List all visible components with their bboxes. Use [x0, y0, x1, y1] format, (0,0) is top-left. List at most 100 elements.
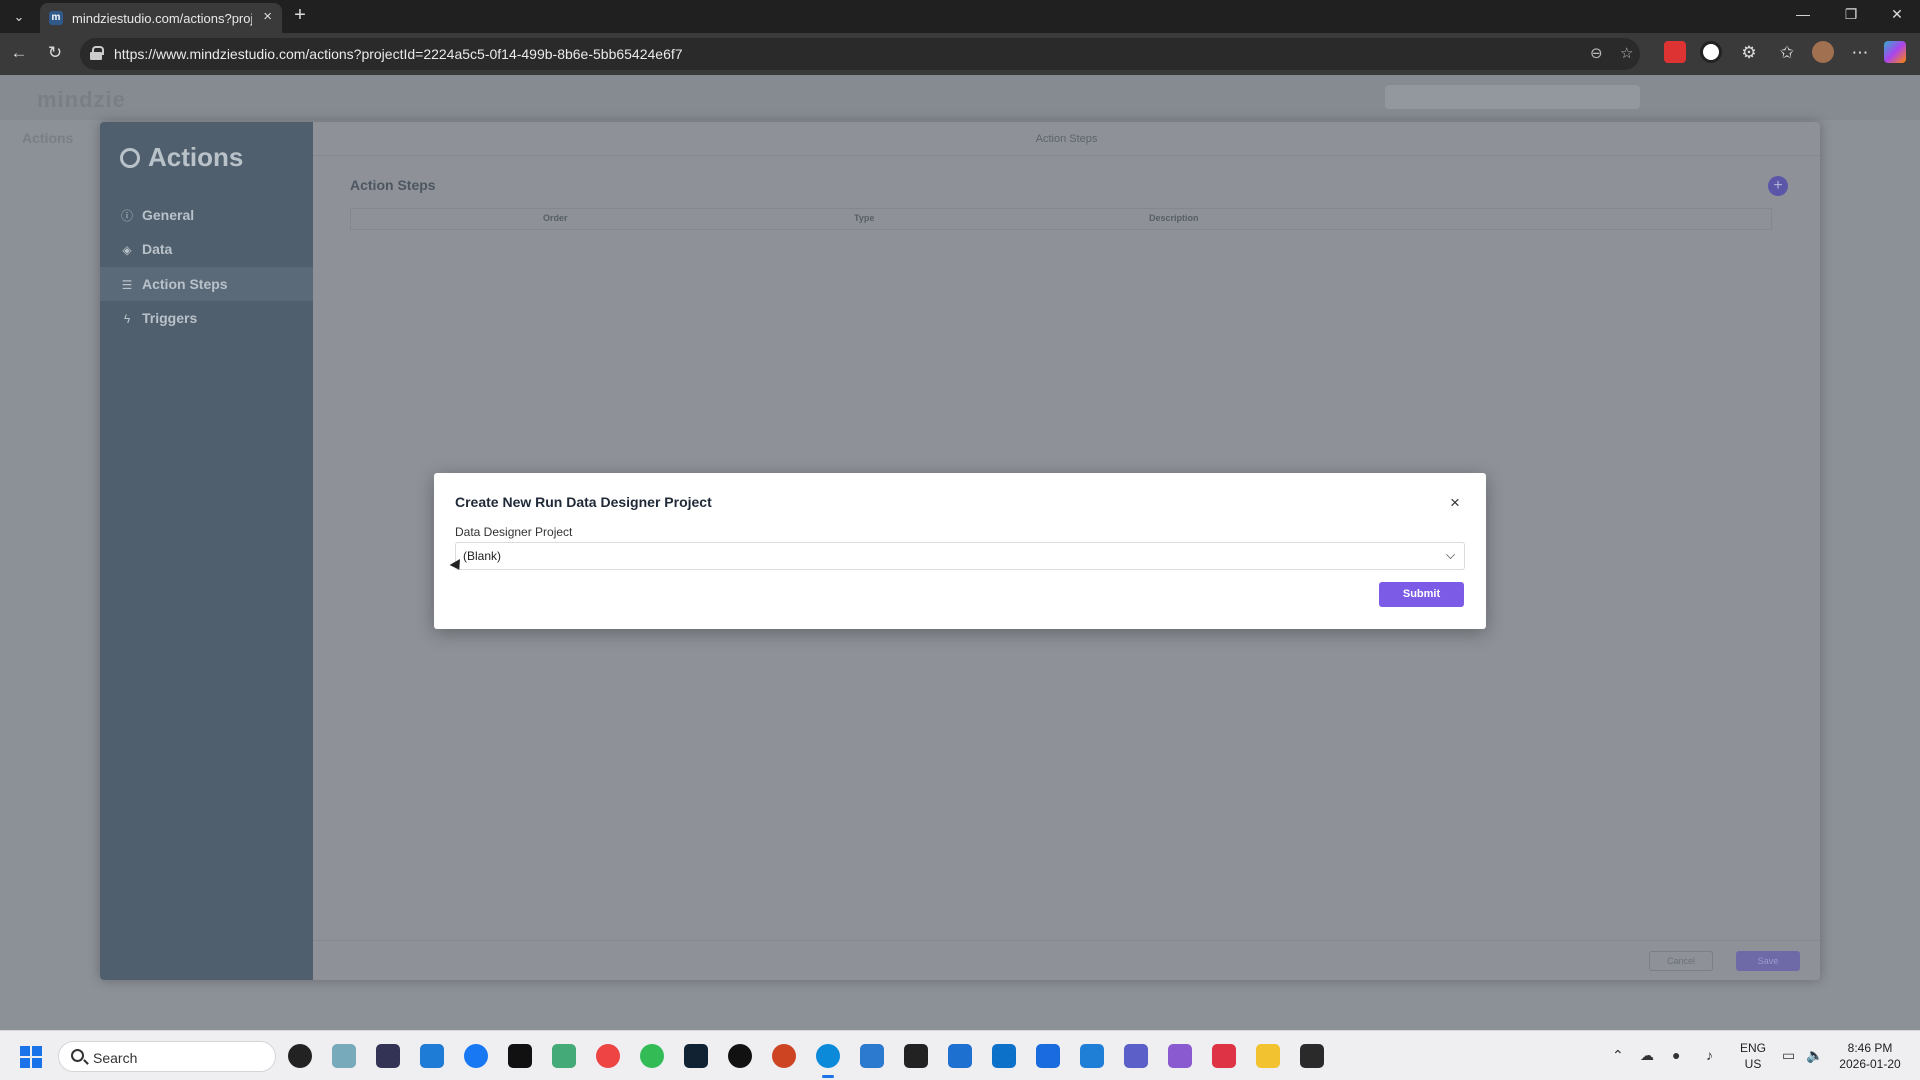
app-icon-4[interactable]	[420, 1044, 444, 1068]
app-icon-10[interactable]	[684, 1044, 708, 1068]
chevron-down-icon	[1446, 550, 1455, 559]
actions-title: Actions	[120, 142, 243, 173]
edge-icon[interactable]	[816, 1044, 840, 1078]
app-icon-18[interactable]	[1036, 1044, 1060, 1068]
browser-titlebar: ⌄ m mindziestudio.com/actions?proje × + …	[0, 0, 1920, 33]
url-text[interactable]: https://www.mindziestudio.com/actions?pr…	[114, 46, 683, 62]
visual-studio-icon[interactable]	[1168, 1044, 1192, 1068]
page-title-peek: Actions	[22, 130, 74, 146]
address-bar[interactable]: https://www.mindziestudio.com/actions?pr…	[80, 38, 1640, 70]
chrome-icon-3[interactable]	[772, 1044, 796, 1068]
data-designer-project-select[interactable]: (Blank)	[455, 542, 1465, 570]
panel-footer: Cancel Save	[313, 940, 1820, 980]
clock-time[interactable]: 8:46 PM	[1832, 1041, 1908, 1055]
app-icon-6[interactable]	[508, 1044, 532, 1068]
add-step-button[interactable]: +	[1768, 176, 1788, 196]
lightning-icon: ϟ	[123, 312, 131, 326]
microphone-icon[interactable]: ♪	[1706, 1047, 1713, 1063]
sidebar-item-label: Data	[142, 241, 173, 257]
language-indicator[interactable]: ENG	[1736, 1041, 1770, 1055]
save-button[interactable]: Save	[1736, 951, 1800, 971]
tab-title: mindziestudio.com/actions?proje	[72, 11, 252, 26]
app-icon-17[interactable]	[992, 1044, 1016, 1068]
search-icon	[71, 1049, 84, 1062]
column-type: Type	[854, 213, 875, 223]
taskbar-search[interactable]: Search	[58, 1041, 276, 1072]
create-project-modal: Create New Run Data Designer Project × D…	[434, 473, 1486, 629]
sidebar-item-general[interactable]: ⓘ General	[100, 198, 313, 232]
region-indicator[interactable]: US	[1736, 1057, 1770, 1071]
app-search-input	[1385, 85, 1640, 109]
teams-icon[interactable]	[1124, 1044, 1148, 1068]
network-icon[interactable]: ▭	[1782, 1047, 1795, 1064]
sidebar-item-action-steps[interactable]: ☰ Action Steps	[100, 267, 313, 301]
sidebar-item-label: General	[142, 207, 195, 223]
sidebar-item-triggers[interactable]: ϟ Triggers	[100, 301, 313, 335]
modal-title: Create New Run Data Designer Project	[455, 494, 712, 510]
windows-start-icon[interactable]	[20, 1046, 42, 1068]
list-icon: ☰	[121, 278, 133, 292]
snipping-tool-icon[interactable]	[1212, 1044, 1236, 1068]
refresh-icon[interactable]: ↻	[43, 43, 67, 63]
tab-actions-menu-icon[interactable]: ⌄	[8, 6, 30, 28]
clock-date[interactable]: 2026-01-20	[1832, 1057, 1908, 1071]
cancel-button[interactable]: Cancel	[1649, 951, 1713, 971]
section-top-label: Action Steps	[313, 122, 1820, 156]
favorites-icon[interactable]: ✩	[1775, 43, 1799, 63]
taskbar: Search ⌃ ☁ ● ♪ ENG US ▭ 🔈 8:46 PM 2026-0…	[0, 1030, 1920, 1080]
taskbar-search-placeholder: Search	[93, 1050, 138, 1066]
extension-grammarly-icon[interactable]	[1700, 41, 1722, 63]
favorite-star-icon[interactable]: ☆	[1620, 44, 1633, 62]
sidebar-item-data[interactable]: ◈ Data	[100, 232, 313, 266]
new-tab-icon[interactable]: +	[288, 4, 312, 27]
window-close-icon[interactable]: ✕	[1874, 6, 1920, 23]
copilot-icon[interactable]	[1884, 41, 1906, 63]
app-icon-15[interactable]	[904, 1044, 928, 1068]
lock-icon[interactable]	[90, 46, 104, 60]
powershell-icon[interactable]	[860, 1044, 884, 1068]
sidebar-item-label: Triggers	[142, 310, 198, 326]
select-value: (Blank)	[463, 549, 502, 563]
actions-title-text: Actions	[148, 142, 244, 172]
vscode-icon[interactable]	[1080, 1044, 1104, 1068]
tray-app-icon[interactable]: ●	[1672, 1047, 1680, 1063]
restore-icon[interactable]: ❐	[1828, 6, 1874, 23]
volume-icon[interactable]: 🔈	[1806, 1047, 1823, 1064]
zoom-icon[interactable]: ⊖	[1590, 44, 1603, 62]
browser-tab[interactable]: m mindziestudio.com/actions?proje ×	[40, 3, 282, 33]
column-description: Description	[1149, 213, 1199, 223]
extension-calendar-icon[interactable]	[1664, 41, 1686, 63]
field-label: Data Designer Project	[455, 525, 573, 539]
tab-close-icon[interactable]: ×	[263, 8, 272, 25]
favicon-icon: m	[49, 11, 63, 25]
section-heading: Action Steps	[350, 177, 436, 193]
more-menu-icon[interactable]: ⋯	[1848, 43, 1872, 63]
chrome-icon[interactable]	[596, 1044, 620, 1068]
chrome-icon-2[interactable]	[640, 1044, 664, 1068]
info-circle-icon: ⓘ	[120, 209, 133, 223]
data-icon: ◈	[122, 243, 132, 257]
browser-toolbar: ← ↻ https://www.mindziestudio.com/action…	[0, 33, 1920, 75]
facebook-icon[interactable]	[464, 1044, 488, 1068]
app-icon-2[interactable]	[332, 1044, 356, 1068]
minimize-icon[interactable]: —	[1780, 6, 1826, 22]
sidebar-item-label: Action Steps	[142, 276, 228, 292]
file-explorer-icon[interactable]	[1256, 1044, 1280, 1068]
tray-chevron-up-icon[interactable]: ⌃	[1612, 1047, 1624, 1064]
profile-avatar[interactable]	[1812, 41, 1834, 63]
close-icon[interactable]: ×	[1446, 493, 1464, 513]
terminal-icon[interactable]	[1300, 1044, 1324, 1068]
app-icon-7[interactable]	[552, 1044, 576, 1068]
app-icon-1[interactable]	[288, 1044, 312, 1068]
onedrive-icon[interactable]: ☁	[1640, 1047, 1654, 1064]
column-order: Order	[543, 213, 568, 223]
back-icon[interactable]: ←	[7, 43, 31, 63]
chatgpt-icon[interactable]	[728, 1044, 752, 1068]
app-icon-3[interactable]	[376, 1044, 400, 1068]
outlook-icon[interactable]	[948, 1044, 972, 1068]
steps-table-header: Order Type Description	[350, 208, 1772, 230]
submit-button[interactable]: Submit	[1379, 582, 1464, 607]
app-header: mindzie	[0, 75, 1920, 120]
app-logo: mindzie	[37, 87, 126, 112]
extensions-icon[interactable]: ⚙	[1737, 43, 1761, 63]
